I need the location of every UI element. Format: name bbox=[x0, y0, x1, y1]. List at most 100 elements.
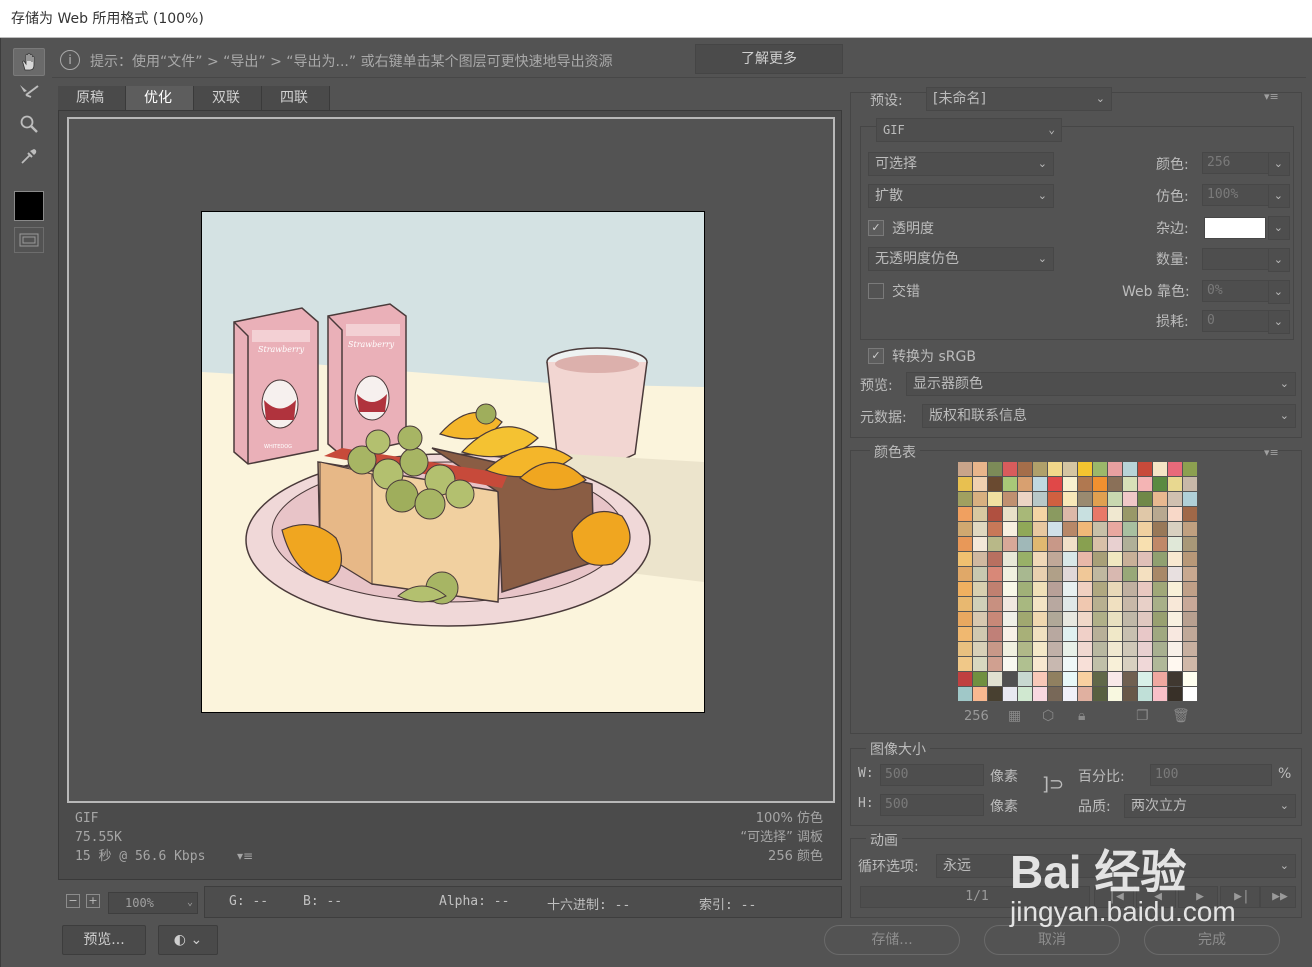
color-swatch[interactable] bbox=[1108, 492, 1123, 507]
color-swatch[interactable] bbox=[1078, 612, 1093, 627]
color-swatch[interactable] bbox=[1168, 567, 1183, 582]
color-swatch[interactable] bbox=[1108, 627, 1123, 642]
color-swatch[interactable] bbox=[1018, 492, 1033, 507]
color-swatch[interactable] bbox=[1078, 507, 1093, 522]
color-swatch[interactable] bbox=[1108, 507, 1123, 522]
constrain-proportions-link-icon[interactable]: ]⊃ bbox=[1042, 774, 1064, 795]
color-swatch[interactable] bbox=[1033, 552, 1048, 567]
color-swatch[interactable] bbox=[1153, 642, 1168, 657]
color-swatch[interactable] bbox=[1123, 597, 1138, 612]
color-swatch[interactable] bbox=[1078, 672, 1093, 687]
color-swatch[interactable] bbox=[1093, 477, 1108, 492]
color-swatch[interactable] bbox=[1123, 627, 1138, 642]
color-swatch[interactable] bbox=[1123, 492, 1138, 507]
learn-more-button[interactable]: 了解更多 bbox=[695, 44, 843, 74]
color-swatch[interactable] bbox=[1138, 582, 1153, 597]
color-swatch[interactable] bbox=[1138, 477, 1153, 492]
dither-algorithm-select[interactable]: 扩散 ⌄ bbox=[868, 184, 1054, 208]
color-swatch[interactable] bbox=[988, 657, 1003, 672]
save-button[interactable]: 存储... bbox=[824, 925, 960, 955]
color-swatch[interactable] bbox=[1018, 642, 1033, 657]
color-swatch[interactable] bbox=[1093, 582, 1108, 597]
lossy-dropdown[interactable]: ⌄ bbox=[1268, 310, 1290, 334]
color-swatch[interactable] bbox=[973, 522, 988, 537]
color-swatch[interactable] bbox=[1153, 672, 1168, 687]
color-swatch[interactable] bbox=[1048, 642, 1063, 657]
color-swatch[interactable] bbox=[1168, 492, 1183, 507]
color-swatch[interactable] bbox=[1153, 462, 1168, 477]
color-swatch[interactable] bbox=[1003, 612, 1018, 627]
color-swatch[interactable] bbox=[1108, 672, 1123, 687]
color-swatch[interactable] bbox=[1018, 627, 1033, 642]
color-swatch[interactable] bbox=[1153, 537, 1168, 552]
color-swatch[interactable] bbox=[988, 627, 1003, 642]
color-swatch[interactable] bbox=[988, 522, 1003, 537]
color-swatch[interactable] bbox=[1153, 477, 1168, 492]
color-swatch[interactable] bbox=[958, 627, 973, 642]
color-swatch[interactable] bbox=[1033, 462, 1048, 477]
color-swatch[interactable] bbox=[1018, 507, 1033, 522]
hand-tool-icon[interactable] bbox=[13, 48, 45, 76]
color-swatch[interactable] bbox=[1093, 552, 1108, 567]
delete-color-icon[interactable]: 🗑︎ bbox=[1172, 708, 1190, 724]
color-swatch[interactable] bbox=[1168, 672, 1183, 687]
color-swatch[interactable] bbox=[958, 657, 973, 672]
color-swatch[interactable] bbox=[1033, 672, 1048, 687]
optimized-canvas[interactable]: Strawberry WHITEDOG Strawberry bbox=[67, 117, 835, 803]
dither-input[interactable]: 100% bbox=[1202, 184, 1270, 206]
cancel-button[interactable]: 取消 bbox=[984, 925, 1120, 955]
color-swatch[interactable] bbox=[1093, 597, 1108, 612]
color-swatch[interactable] bbox=[1138, 612, 1153, 627]
color-swatch[interactable] bbox=[1123, 552, 1138, 567]
interlaced-checkbox[interactable] bbox=[868, 283, 884, 299]
color-swatch[interactable] bbox=[988, 507, 1003, 522]
web-snap-dropdown[interactable]: ⌄ bbox=[1268, 280, 1290, 304]
color-swatch[interactable] bbox=[1168, 657, 1183, 672]
color-swatch[interactable] bbox=[1153, 567, 1168, 582]
transparency-dither-select[interactable]: 无透明度仿色 ⌄ bbox=[868, 247, 1054, 271]
color-swatch[interactable] bbox=[973, 537, 988, 552]
color-swatch[interactable] bbox=[1033, 582, 1048, 597]
color-swatch[interactable] bbox=[1108, 642, 1123, 657]
last-frame-button[interactable]: ▶| bbox=[1220, 886, 1260, 908]
color-swatch[interactable] bbox=[1063, 537, 1078, 552]
color-swatch[interactable] bbox=[1033, 567, 1048, 582]
color-swatch[interactable] bbox=[1123, 687, 1138, 702]
color-swatch[interactable] bbox=[1123, 582, 1138, 597]
web-shift-icon[interactable]: ⬡ bbox=[1042, 708, 1054, 724]
color-swatch[interactable] bbox=[958, 582, 973, 597]
color-swatch[interactable] bbox=[1108, 582, 1123, 597]
colors-dropdown[interactable]: ⌄ bbox=[1268, 152, 1290, 176]
color-swatch[interactable] bbox=[1078, 657, 1093, 672]
zoom-in-button[interactable]: + bbox=[86, 894, 100, 908]
metadata-select[interactable]: 版权和联系信息 ⌄ bbox=[922, 404, 1296, 428]
color-swatch[interactable] bbox=[1138, 552, 1153, 567]
preview-button[interactable]: 预览... bbox=[62, 925, 146, 955]
play-button[interactable]: ▶▶ bbox=[1260, 886, 1296, 908]
color-swatch[interactable] bbox=[1078, 492, 1093, 507]
colors-input[interactable]: 256 bbox=[1202, 152, 1270, 174]
color-swatch[interactable] bbox=[973, 597, 988, 612]
color-swatch[interactable] bbox=[1063, 657, 1078, 672]
color-swatch[interactable] bbox=[973, 492, 988, 507]
color-swatch[interactable] bbox=[1138, 672, 1153, 687]
color-swatch[interactable] bbox=[1123, 642, 1138, 657]
color-swatch[interactable] bbox=[1183, 612, 1198, 627]
color-swatch[interactable] bbox=[1033, 522, 1048, 537]
new-color-icon[interactable]: ❐ bbox=[1136, 708, 1149, 724]
color-swatch[interactable] bbox=[1123, 522, 1138, 537]
color-swatch[interactable] bbox=[988, 567, 1003, 582]
tab-original[interactable]: 原稿 bbox=[58, 86, 126, 110]
color-swatch[interactable] bbox=[1168, 597, 1183, 612]
color-swatch[interactable] bbox=[988, 477, 1003, 492]
color-swatch[interactable] bbox=[1018, 567, 1033, 582]
color-swatch[interactable] bbox=[1003, 567, 1018, 582]
color-swatch[interactable] bbox=[1183, 462, 1198, 477]
transparency-checkbox[interactable]: ✓ bbox=[868, 220, 884, 236]
color-swatch[interactable] bbox=[1093, 642, 1108, 657]
lossy-input[interactable]: 0 bbox=[1202, 310, 1270, 332]
color-swatch[interactable] bbox=[988, 582, 1003, 597]
color-swatch[interactable] bbox=[973, 612, 988, 627]
preview-mode-select[interactable]: 显示器颜色 ⌄ bbox=[906, 372, 1296, 396]
color-swatch[interactable] bbox=[1168, 582, 1183, 597]
